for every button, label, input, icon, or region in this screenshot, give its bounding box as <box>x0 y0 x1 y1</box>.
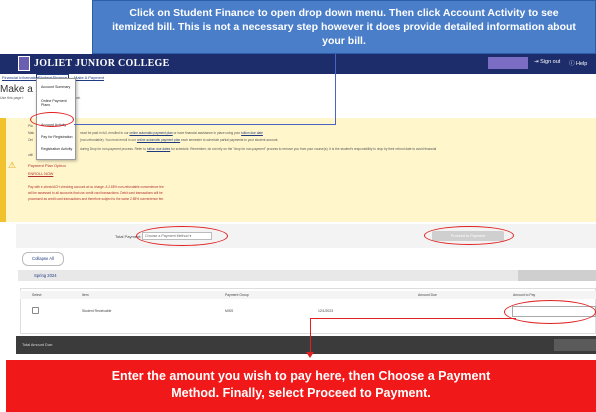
nav-row: Financial Information Student Finance Ma… <box>0 74 596 82</box>
table-header-row <box>20 291 596 299</box>
callout-top-line1: Click on Student Finance to open drop do… <box>129 7 559 19</box>
fee-line-2: will be assessed to all accounts that us… <box>28 191 163 195</box>
menu-account-summary[interactable]: Account Summary <box>41 85 70 89</box>
menu-registration-activity[interactable]: Registration Activity <box>41 147 72 151</box>
notice-frag-2: Mak <box>28 131 35 135</box>
callout-top-line2: itemized bill. This is not a necessary s… <box>112 21 576 33</box>
callout-bottom-line2: Method. Finally, select Proceed to Payme… <box>171 386 431 400</box>
college-logo-icon <box>18 56 30 71</box>
notice-frag-3: Onl <box>28 138 33 142</box>
tuition-due-date-link[interactable]: tuition due date <box>241 131 263 135</box>
help-link[interactable]: ⓘ Help <box>569 59 587 67</box>
nav-make-a-payment[interactable]: Make A Payment <box>74 75 104 80</box>
col-header-amount-to-pay: Amount to Pay <box>513 293 536 297</box>
menu-online-payment-plans[interactable]: Online Payment Plans <box>41 99 75 107</box>
user-menu[interactable] <box>488 57 528 69</box>
col-header-item: Item <box>82 293 89 297</box>
arrow-vertical <box>310 318 311 356</box>
sign-out-link[interactable]: ⇥ Sign out <box>534 59 560 65</box>
enroll-now-link[interactable]: ENROLL NOW <box>28 172 53 176</box>
callout-bottom-line1: Enter the amount you wish to pay here, t… <box>111 369 491 383</box>
term-bar-shade <box>518 270 596 281</box>
col-header-payment-group: Payment Group <box>225 293 249 297</box>
highlight-payment-method <box>136 226 228 246</box>
fee-line-1: Pay with e-check/ACH checking account at… <box>28 185 164 189</box>
nav-financial-information[interactable]: Financial Information <box>2 75 39 80</box>
highlight-amount-input <box>504 300 596 324</box>
notice-frag-1: Pla <box>28 124 33 128</box>
callout-pointer-horizontal <box>74 124 336 125</box>
instruction-callout-top: Click on Student Finance to open drop do… <box>92 0 596 54</box>
col-header-select: Select <box>32 293 42 297</box>
screenshot-page: JOLIET JUNIOR COLLEGE ⇥ Sign out ⓘ Help … <box>0 0 596 412</box>
payment-plan-link-2[interactable]: online automatic payment plan <box>137 138 180 142</box>
notice-line-3-tail: obli <box>28 153 33 157</box>
college-logo-text[interactable]: JOLIET JUNIOR COLLEGE <box>34 58 170 69</box>
highlight-account-activity <box>30 112 74 127</box>
instruction-callout-bottom: Enter the amount you wish to pay here, t… <box>6 360 596 412</box>
row-item: Student Receivable <box>82 309 112 313</box>
tuition-due-dates-link[interactable]: tuition due dates <box>147 147 170 151</box>
collapse-all-button[interactable]: Collapse All <box>22 252 64 266</box>
warning-icon: ⚠ <box>8 160 17 170</box>
notice-line-2: (non-refundable). You must enroll in our… <box>80 138 279 142</box>
callout-top-line3: your bill. <box>322 35 366 47</box>
payment-plan-option-title: Payment Plan Option <box>28 163 66 168</box>
row-due-date: 12/1/2023 <box>318 309 334 313</box>
payment-plan-link-1[interactable]: online automatic payment plan <box>129 131 172 135</box>
fee-line-3: processed as credit card transactions an… <box>28 197 165 201</box>
callout-pointer-vertical <box>335 54 336 124</box>
highlight-proceed-button <box>424 226 514 245</box>
menu-pay-for-registration[interactable]: Pay for Registration <box>41 135 73 139</box>
arrow-head-icon <box>306 352 314 358</box>
total-amount-due-value <box>554 339 596 351</box>
row-select-checkbox[interactable] <box>32 307 39 314</box>
notice-line-1: must be paid in full, enrolled in our on… <box>80 131 263 135</box>
notice-line-3: during Drop for non-payment process. Ref… <box>80 147 437 151</box>
arrow-horizontal <box>310 318 516 319</box>
term-label: Spring 2024 <box>34 273 57 278</box>
row-payment-group: MISS <box>225 309 234 313</box>
total-amount-due-label: Total Amount Due: <box>22 343 54 347</box>
col-header-amount-due: Amount Due <box>418 293 437 297</box>
term-bar[interactable] <box>18 270 596 281</box>
